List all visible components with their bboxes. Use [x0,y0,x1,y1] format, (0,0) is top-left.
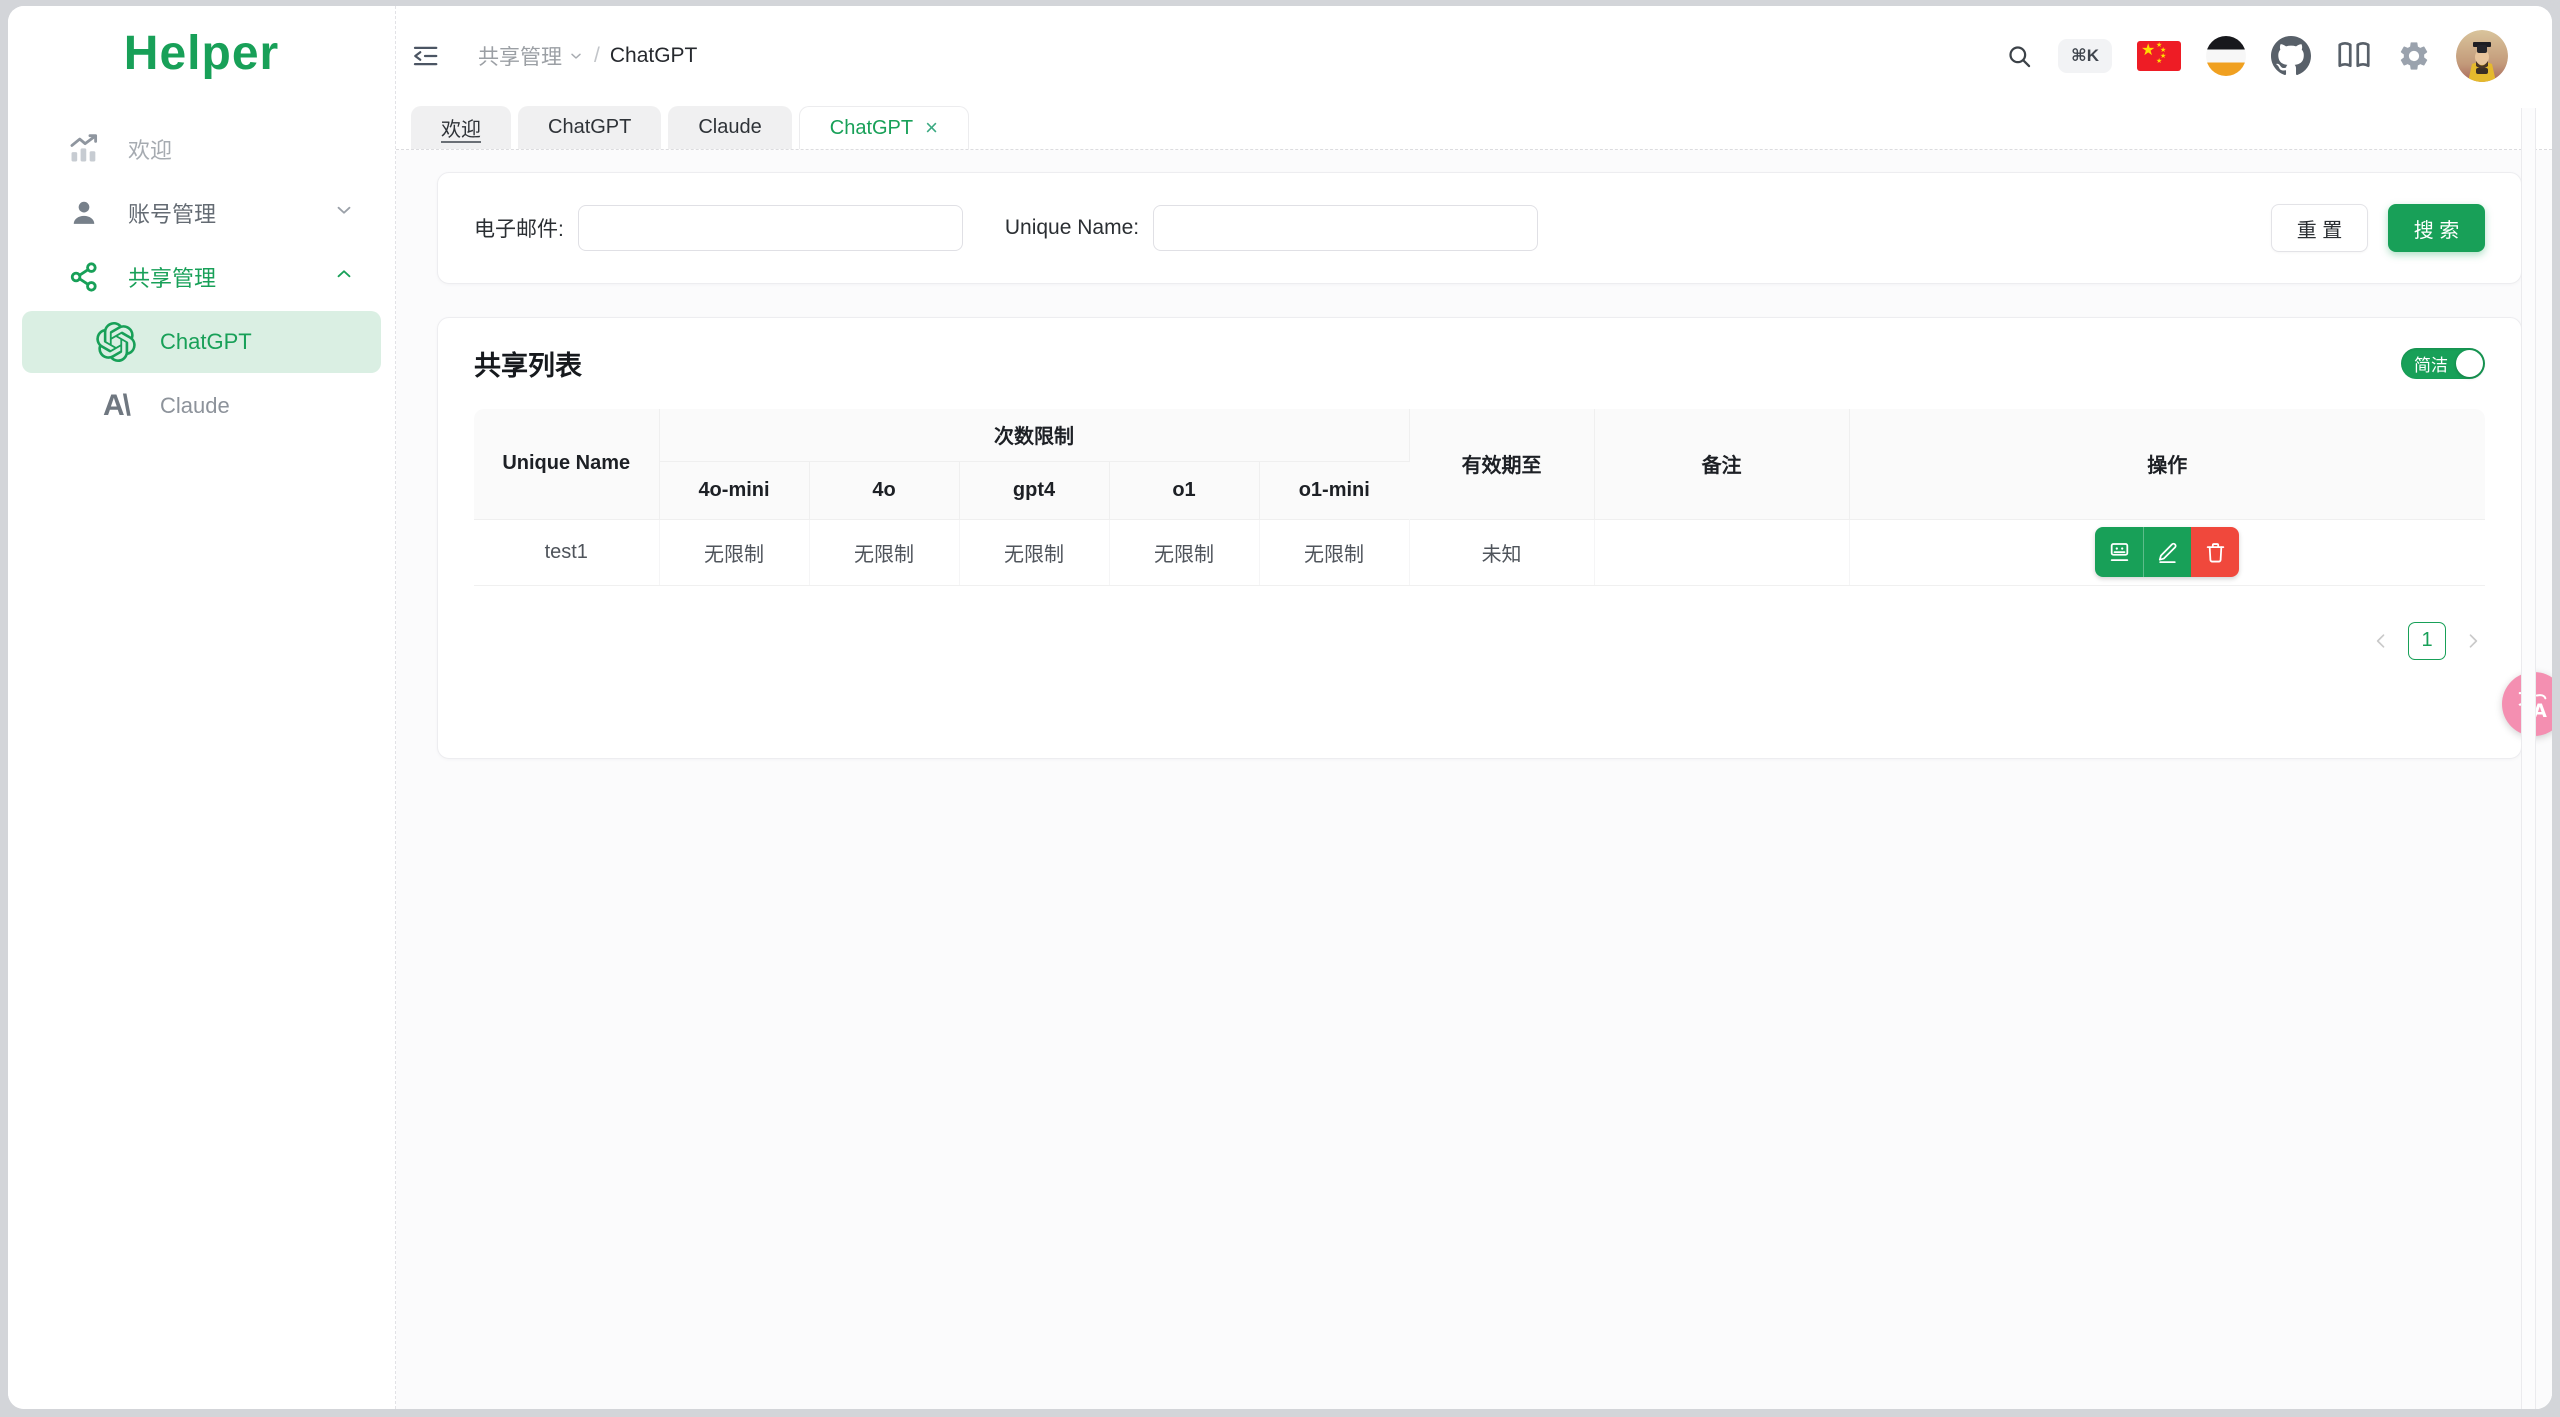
breadcrumb: 共享管理 / ChatGPT [478,41,697,71]
chevron-down-icon [333,199,355,227]
prev-page-icon[interactable] [2371,631,2391,651]
cell-limit-4o-mini: 无限制 [659,519,810,586]
col-header-remark: 备注 [1594,409,1850,519]
col-header-gpt4: gpt4 [959,461,1110,519]
sidebar-menu: 欢迎 账号管理 共享管理 ChatGPT A\ Claude [8,117,395,437]
user-icon [66,197,102,229]
sidebar-item-welcome[interactable]: 欢迎 [22,117,381,181]
breadcrumb-current: ChatGPT [609,44,698,67]
toggle-knob [2456,350,2483,377]
sidebar-item-label: 欢迎 [128,138,173,163]
cell-limit-gpt4: 无限制 [959,519,1110,586]
share-table: Unique Name 次数限制 有效期至 备注 操作 4o-mini 4o g… [474,409,2485,586]
sidebar-item-claude[interactable]: A\ Claude [22,375,381,437]
email-input[interactable] [577,205,963,251]
col-header-4o: 4o [809,461,960,519]
content-area: 电子邮件: Unique Name: 重 置 搜 索 共享列表 简洁 Uniqu… [396,150,2552,1409]
col-header-o1-mini: o1-mini [1259,461,1410,519]
github-icon[interactable] [2271,36,2311,76]
page-number[interactable]: 1 [2408,621,2446,660]
sidebar: Helper 欢迎 账号管理 共享管理 ChatGPT A\ Claude [8,6,396,1409]
col-header-actions: 操作 [1849,409,2485,519]
col-header-4o-mini: 4o-mini [659,461,810,519]
cell-remark [1594,519,1850,586]
search-button[interactable]: 搜 索 [2388,204,2485,252]
sidebar-item-label: Claude [160,393,230,418]
cell-limit-4o: 无限制 [809,519,960,586]
col-header-limit-group: 次数限制 [659,409,1410,462]
email-label: 电子邮件: [474,218,564,241]
share-list-card: 共享列表 简洁 Unique Name 次数限制 有效期至 备注 操作 4o-m… [437,317,2522,759]
chat-link-button[interactable] [2095,527,2144,577]
chevron-up-icon [333,263,355,291]
sidebar-item-chatgpt[interactable]: ChatGPT [22,311,381,373]
app-window: Helper 欢迎 账号管理 共享管理 ChatGPT A\ Claude 共享… [8,6,2552,1409]
cell-unique-name: test1 [474,519,660,586]
col-header-expire: 有效期至 [1409,409,1595,519]
main-area: 共享管理 / ChatGPT ⌘K ★ ★ ★ ★ ★ 欢迎 ChatGPT C… [396,6,2552,1409]
topbar: 共享管理 / ChatGPT ⌘K ★ ★ ★ ★ ★ [396,6,2552,106]
search-icon[interactable] [2006,43,2033,70]
unique-name-label: Unique Name: [1004,216,1140,239]
language-flag-icon[interactable]: ★ ★ ★ ★ ★ [2137,41,2181,71]
breadcrumb-parent[interactable]: 共享管理 [478,41,584,71]
tab-close-icon[interactable]: × [925,117,938,139]
col-header-unique-name: Unique Name [474,409,660,519]
anthropic-logo-icon: A\ [103,389,131,422]
tab-claude[interactable]: Claude [668,106,792,149]
topbar-actions: ⌘K ★ ★ ★ ★ ★ [2006,30,2508,82]
app-logo: Helper [123,27,280,80]
concise-mode-toggle[interactable]: 简洁 [2401,348,2485,379]
next-page-icon[interactable] [2463,631,2483,651]
edit-button[interactable] [2143,527,2192,577]
sidebar-collapse-icon[interactable] [408,39,442,73]
pagination: 1 [474,621,2485,660]
cell-expire: 未知 [1409,519,1595,586]
sidebar-item-account-management[interactable]: 账号管理 [22,181,381,245]
openai-logo-icon [94,322,138,362]
table-row: test1 无限制 无限制 无限制 无限制 无限制 未知 [474,519,2485,586]
sidebar-item-label: 账号管理 [128,202,217,227]
chevron-down-icon [571,53,581,59]
cell-limit-o1-mini: 无限制 [1259,519,1410,586]
keyboard-shortcut-badge[interactable]: ⌘K [2057,39,2112,73]
delete-button[interactable] [2191,527,2240,577]
user-avatar[interactable] [2456,30,2508,82]
tab-welcome[interactable]: 欢迎 [411,106,511,149]
sidebar-item-share-management[interactable]: 共享管理 [22,245,381,309]
theme-toggle-icon[interactable] [2206,36,2246,76]
trend-chart-icon [66,132,102,166]
tabbar: 欢迎 ChatGPT Claude ChatGPT × [396,106,2552,150]
breadcrumb-separator: / [594,44,600,67]
cell-limit-o1: 无限制 [1109,519,1260,586]
share-list-title: 共享列表 [474,351,582,381]
unique-name-input[interactable] [1153,205,1539,251]
docs-book-icon[interactable] [2336,38,2372,74]
tab-chatgpt[interactable]: ChatGPT [518,106,662,149]
sidebar-item-label: ChatGPT [160,329,252,354]
search-form-card: 电子邮件: Unique Name: 重 置 搜 索 [437,172,2522,284]
reset-button[interactable]: 重 置 [2271,204,2368,252]
scrollbar-track[interactable] [2521,108,2536,1409]
col-header-o1: o1 [1109,461,1260,519]
settings-gear-icon[interactable] [2397,39,2431,73]
sidebar-item-label: 共享管理 [128,266,217,291]
share-icon [66,260,102,294]
cell-actions [1849,519,2485,586]
tab-chatgpt-active[interactable]: ChatGPT × [798,106,969,149]
